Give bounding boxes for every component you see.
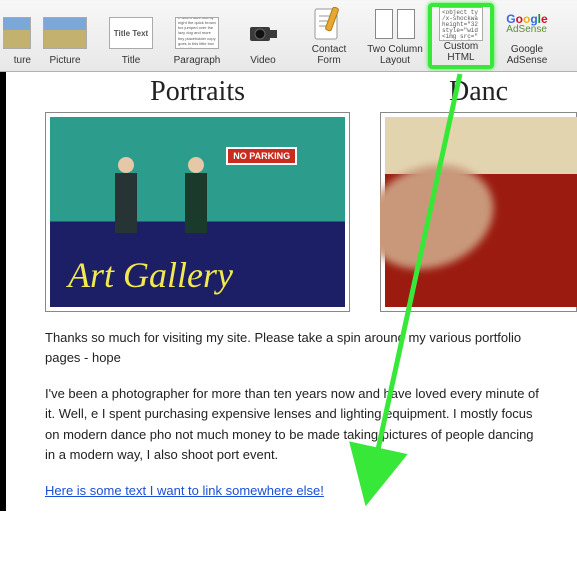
editor-canvas[interactable]: Portraits NO PARKING Art Gallery Danc — [0, 72, 577, 511]
two-column-icon — [375, 9, 415, 39]
body-link[interactable]: Here is some text I want to link somewhe… — [45, 483, 324, 498]
tool-label: Contact Form — [312, 44, 346, 66]
tool-two-column-layout[interactable]: Two Column Layout — [362, 3, 428, 69]
tool-label: Video — [250, 55, 275, 66]
section-title: Portraits — [45, 76, 350, 108]
tool-label: Two Column Layout — [367, 44, 423, 66]
art-gallery-scribble: Art Gallery — [50, 247, 345, 307]
title-icon: Title Text — [109, 17, 153, 49]
tool-video[interactable]: Video — [230, 3, 296, 69]
tool-title[interactable]: Title Text Title — [98, 3, 164, 69]
image-frame[interactable] — [380, 112, 577, 312]
tool-picture[interactable]: Picture — [32, 3, 98, 69]
tool-paragraph[interactable]: It was a dark stormy night the quick bro… — [164, 3, 230, 69]
picture-icon — [43, 17, 87, 49]
toolbar: ture Picture Title Text Title It was a d… — [0, 0, 577, 72]
no-parking-sign: NO PARKING — [226, 147, 297, 165]
image-frame[interactable]: NO PARKING Art Gallery — [45, 112, 350, 312]
picture-icon — [2, 17, 31, 49]
tool-google-adsense[interactable]: Google AdSense Google AdSense — [494, 3, 560, 69]
tool-custom-html[interactable]: <object ty /x-shockwa height="32 style="… — [428, 3, 494, 69]
portfolio-dance[interactable]: Danc — [380, 76, 577, 312]
adsense-icon: Google AdSense — [506, 13, 547, 35]
tool-label: ture — [14, 55, 31, 66]
contact-form-icon — [313, 7, 345, 41]
tool-label: Paragraph — [174, 55, 221, 66]
paragraph: I've been a photographer for more than t… — [45, 384, 540, 465]
dance-image — [385, 117, 577, 307]
video-icon — [247, 17, 279, 49]
body-text-block[interactable]: Thanks so much for visiting my site. Ple… — [0, 312, 540, 501]
portraits-image: NO PARKING Art Gallery — [50, 117, 345, 307]
section-title: Danc — [380, 76, 577, 108]
tool-label: Custom HTML — [444, 41, 478, 63]
custom-html-icon: <object ty /x-shockwa height="32 style="… — [439, 7, 483, 41]
tool-contact-form[interactable]: Contact Form — [296, 3, 362, 69]
tool-label: Picture — [49, 55, 80, 66]
tool-label: Google AdSense — [507, 44, 548, 66]
tool-picture-cropped[interactable]: ture — [2, 3, 32, 69]
portfolio-portraits[interactable]: Portraits NO PARKING Art Gallery — [45, 76, 350, 312]
paragraph-icon: It was a dark stormy night the quick bro… — [175, 17, 219, 49]
tool-label: Title — [122, 55, 141, 66]
window-edge — [0, 72, 6, 511]
paragraph: Thanks so much for visiting my site. Ple… — [45, 328, 540, 368]
